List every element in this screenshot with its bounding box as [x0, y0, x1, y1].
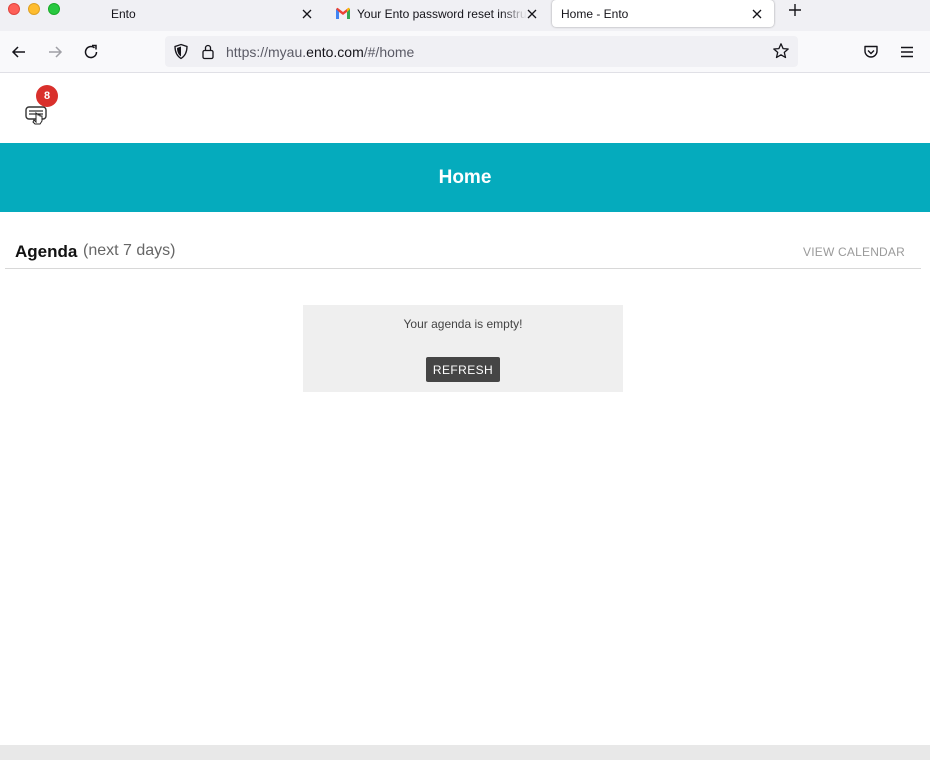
refresh-button[interactable]: REFRESH — [426, 357, 500, 382]
tab-title: Ento — [111, 6, 136, 21]
browser-tab-gmail[interactable]: Your Ento password reset instructions — [326, 0, 544, 27]
notification-count-badge: 8 — [36, 85, 58, 107]
close-icon[interactable] — [301, 8, 313, 20]
url-host: ento.com — [306, 44, 364, 60]
url-text[interactable]: https://myau.ento.com/#/home — [226, 44, 414, 60]
web-page: 8 Home Agenda (next 7 days) VIEW CALENDA… — [0, 74, 930, 745]
new-tab-plus-icon[interactable] — [787, 2, 803, 18]
window-bottom-edge — [0, 745, 930, 760]
forward-arrow-icon[interactable] — [46, 43, 64, 61]
window-close-button[interactable] — [8, 3, 20, 15]
browser-tab-strip: Ento Your Ento password reset instructio… — [0, 0, 930, 31]
empty-agenda-panel: Your agenda is empty! REFRESH — [303, 305, 623, 392]
window-minimize-button[interactable] — [28, 3, 40, 15]
agenda-title: Agenda — [15, 242, 78, 261]
page-title: Home — [438, 166, 492, 188]
lock-icon[interactable] — [201, 43, 215, 60]
browser-navigation-bar: https://myau.ento.com/#/home — [0, 31, 930, 73]
back-arrow-icon[interactable] — [10, 43, 28, 61]
tab-title: Home - Ento — [561, 6, 629, 21]
close-icon[interactable] — [526, 8, 538, 20]
close-icon[interactable] — [751, 8, 763, 20]
gmail-icon — [336, 7, 350, 19]
tracking-protection-shield-icon[interactable] — [173, 43, 189, 60]
reload-icon[interactable] — [82, 43, 100, 61]
empty-agenda-message: Your agenda is empty! — [403, 317, 523, 331]
url-prefix: https://myau. — [226, 44, 307, 60]
hamburger-menu-icon[interactable] — [898, 43, 916, 61]
agenda-header: Agenda (next 7 days) VIEW CALENDAR — [5, 233, 921, 269]
agenda-subtitle: (next 7 days) — [83, 242, 176, 259]
browser-tab-ento[interactable]: Ento — [100, 0, 320, 27]
tab-title: Your Ento password reset instructions — [357, 6, 527, 21]
url-path: /#/home — [363, 44, 415, 60]
bookmark-star-icon[interactable] — [772, 42, 790, 60]
address-bar[interactable]: https://myau.ento.com/#/home — [165, 36, 798, 67]
view-calendar-link[interactable]: VIEW CALENDAR — [803, 245, 905, 259]
page-header-banner: Home — [0, 143, 930, 212]
pocket-icon[interactable] — [862, 43, 880, 61]
browser-tab-home-active[interactable]: Home - Ento — [552, 0, 774, 27]
window-zoom-button[interactable] — [48, 3, 60, 15]
